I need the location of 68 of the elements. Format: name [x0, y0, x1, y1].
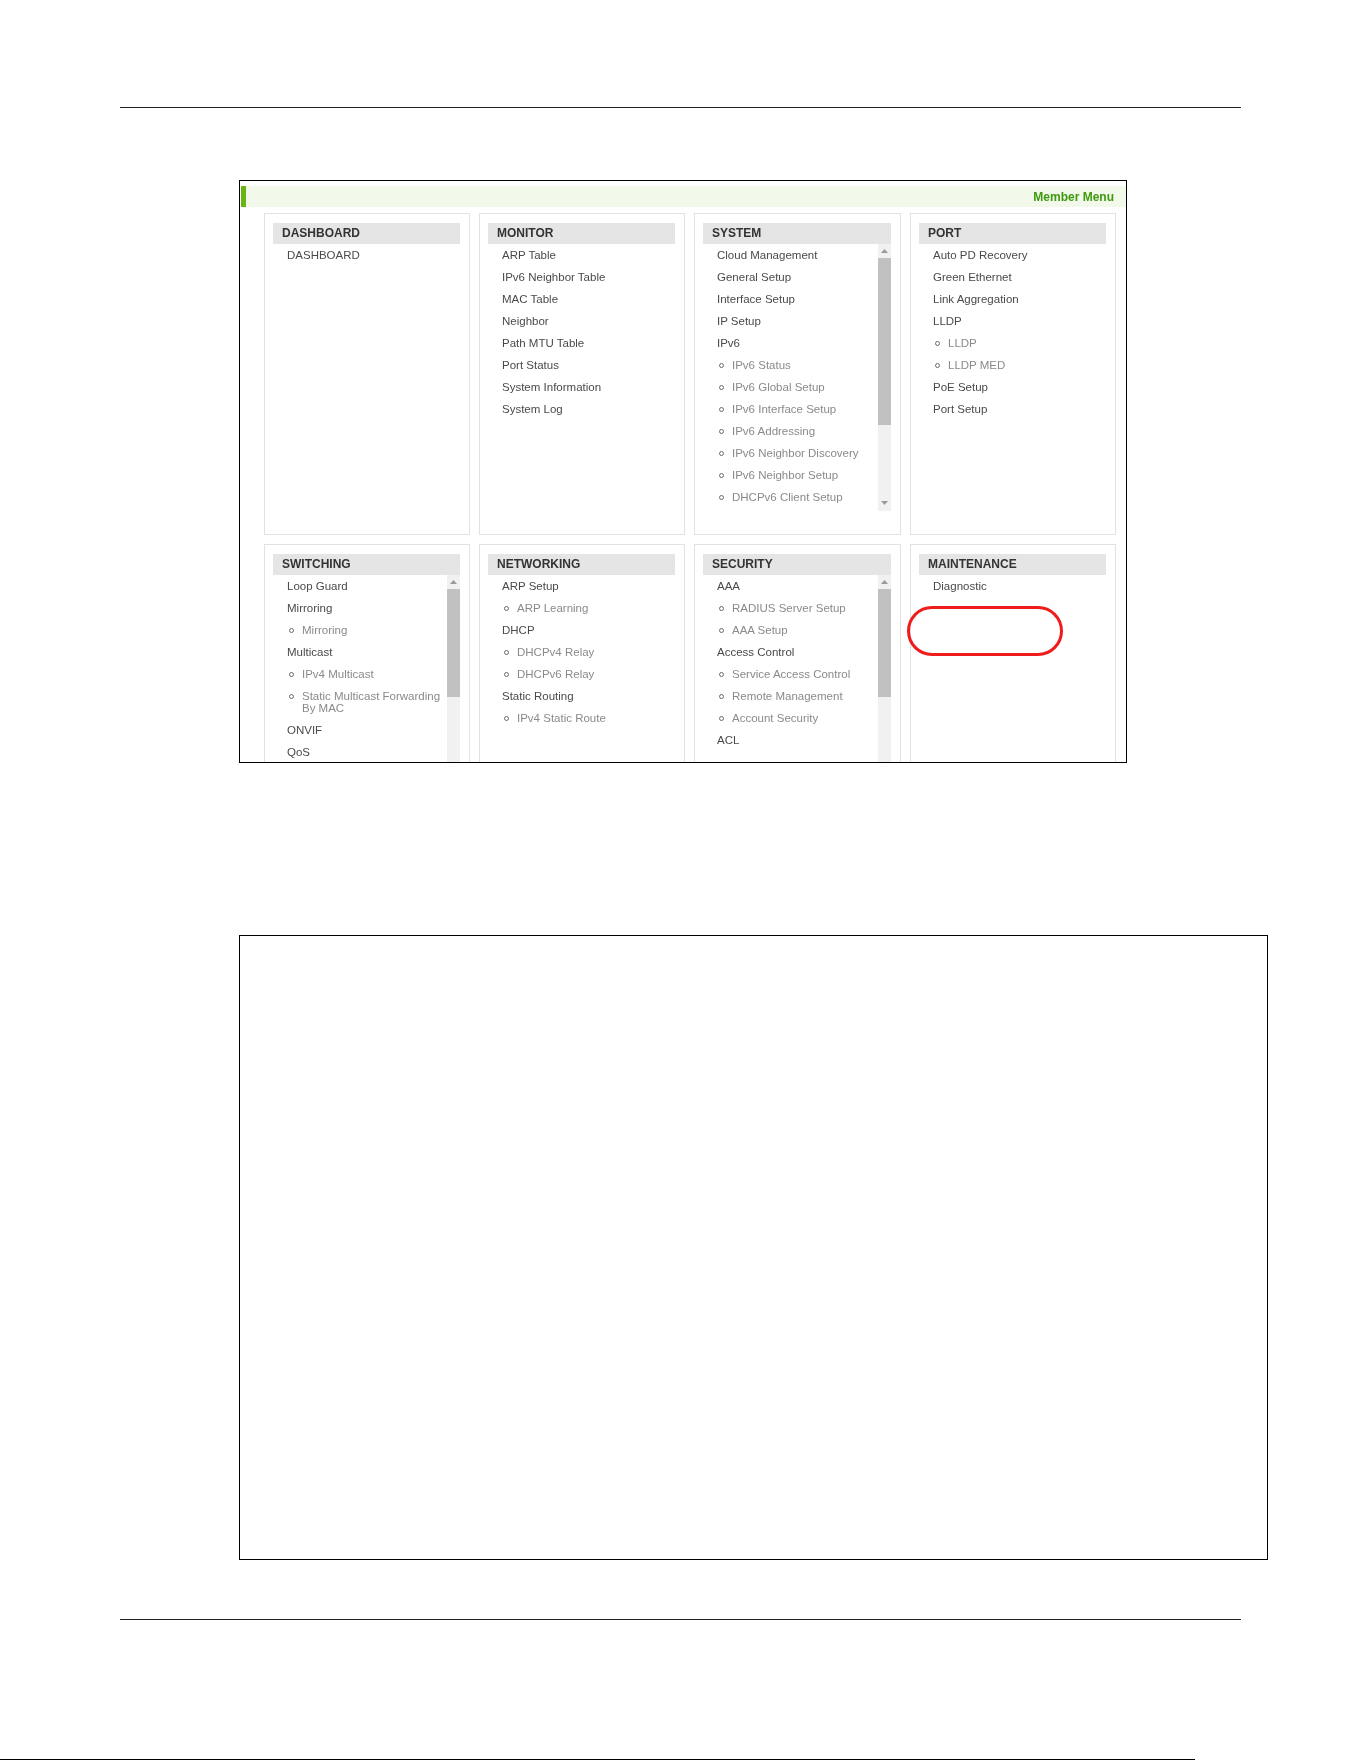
submenu-item[interactable]: Account Security: [732, 712, 819, 724]
menu-item[interactable]: ARP Table: [502, 249, 556, 261]
accent-bar: [241, 186, 246, 207]
scroll-up-icon[interactable]: [450, 580, 457, 584]
menu-item[interactable]: Mirroring: [287, 602, 333, 614]
menu-item[interactable]: ACL: [717, 734, 740, 746]
submenu-item[interactable]: RADIUS Server Setup: [732, 602, 846, 614]
submenu-item[interactable]: DHCPv6 Relay: [517, 668, 595, 680]
menu-item[interactable]: Neighbor: [502, 315, 549, 327]
menu-item[interactable]: ONVIF: [287, 724, 323, 736]
menu-item[interactable]: QoS: [287, 746, 310, 758]
submenu-item[interactable]: ARP Learning: [517, 602, 589, 614]
menu-item[interactable]: MAC Table: [502, 293, 559, 305]
submenu-item[interactable]: IPv4 Multicast: [302, 668, 374, 680]
menu-item[interactable]: PoE Setup: [933, 381, 988, 393]
section-heading: SYSTEM: [703, 223, 891, 244]
section-heading: PORT: [919, 223, 1106, 244]
scroll-up-icon[interactable]: [881, 580, 888, 584]
menu-item[interactable]: DASHBOARD: [287, 249, 360, 261]
submenu-item[interactable]: IPv6 Status: [732, 359, 791, 371]
submenu-item[interactable]: IPv6 Interface Setup: [732, 403, 837, 415]
submenu-item[interactable]: IPv4 Static Route: [517, 712, 606, 724]
menu-item[interactable]: Link Aggregation: [933, 293, 1019, 305]
menu-item[interactable]: System Log: [502, 403, 563, 415]
section-heading: NETWORKING: [488, 554, 675, 575]
submenu-item[interactable]: IPv6 Addressing: [732, 425, 816, 437]
section-heading: MONITOR: [488, 223, 675, 244]
menu-item[interactable]: Port Status: [502, 359, 559, 371]
menu-item[interactable]: IPv6: [717, 337, 740, 349]
scroll-up-icon[interactable]: [881, 249, 888, 253]
scrollbar-thumb[interactable]: [447, 589, 460, 697]
menu-item[interactable]: Multicast: [287, 646, 333, 658]
menu-item[interactable]: IP Setup: [717, 315, 761, 327]
submenu-item[interactable]: IPv6 Neighbor Setup: [732, 469, 839, 481]
menu-item[interactable]: Green Ethernet: [933, 271, 1012, 283]
menu-item[interactable]: Interface Setup: [717, 293, 795, 305]
submenu-item[interactable]: Static Multicast Forwarding By MAC: [302, 690, 447, 714]
submenu-item[interactable]: Remote Management: [732, 690, 843, 702]
menu-item[interactable]: Access Control: [717, 646, 795, 658]
section-heading: SECURITY: [703, 554, 891, 575]
menu-item[interactable]: Diagnostic: [933, 580, 987, 592]
submenu-item[interactable]: Mirroring: [302, 624, 348, 636]
scrollbar-thumb[interactable]: [878, 589, 891, 697]
submenu-item[interactable]: DHCPv6 Client Setup: [732, 491, 843, 503]
scroll-down-icon[interactable]: [881, 501, 888, 505]
section-heading: DASHBOARD: [273, 223, 460, 244]
submenu-item[interactable]: IPv6 Neighbor Discovery: [732, 447, 859, 459]
menu-item[interactable]: Port Setup: [933, 403, 988, 415]
menu-item[interactable]: Auto PD Recovery: [933, 249, 1028, 261]
section-heading: SWITCHING: [273, 554, 460, 575]
section-heading: MAINTENANCE: [919, 554, 1106, 575]
menu-item[interactable]: AAA: [717, 580, 740, 592]
menu-item[interactable]: Path MTU Table: [502, 337, 585, 349]
menu-item[interactable]: ARP Setup: [502, 580, 559, 592]
menu-item[interactable]: System Information: [502, 381, 602, 393]
menu-item[interactable]: Loop Guard: [287, 580, 348, 592]
menu-item[interactable]: General Setup: [717, 271, 792, 283]
menu-item[interactable]: LLDP: [933, 315, 962, 327]
submenu-item[interactable]: AAA Setup: [732, 624, 788, 636]
menu-item[interactable]: Cloud Management: [717, 249, 818, 261]
menu-item[interactable]: IPv6 Neighbor Table: [502, 271, 606, 283]
menu-item[interactable]: DHCP: [502, 624, 535, 636]
submenu-item[interactable]: Service Access Control: [732, 668, 851, 680]
menu-item[interactable]: Static Routing: [502, 690, 574, 702]
menu-title: Member Menu: [1033, 189, 1114, 204]
submenu-item[interactable]: IPv6 Global Setup: [732, 381, 825, 393]
scrollbar-thumb[interactable]: [878, 258, 891, 425]
submenu-item[interactable]: DHCPv4 Relay: [517, 646, 595, 658]
